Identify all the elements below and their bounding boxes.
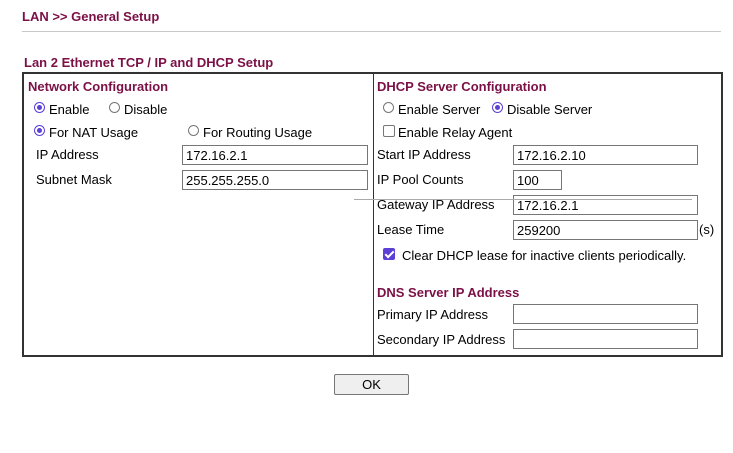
relay-agent-checkbox[interactable] <box>383 125 395 137</box>
ip-pool-counts-input[interactable] <box>513 170 562 190</box>
disable-label: Disable <box>124 102 168 117</box>
ip-address-input[interactable] <box>182 145 368 165</box>
dns-server-title: DNS Server IP Address <box>377 285 520 300</box>
secondary-ip-input[interactable] <box>513 329 698 349</box>
nat-usage-radio[interactable] <box>34 125 45 136</box>
clear-lease-label: Clear DHCP lease for inactive clients pe… <box>402 248 687 263</box>
header-divider <box>22 31 721 32</box>
disable-server-label: Disable Server <box>507 102 593 117</box>
primary-ip-input[interactable] <box>513 304 698 324</box>
breadcrumb: LAN >> General Setup <box>22 9 160 24</box>
ip-address-label: IP Address <box>36 147 99 162</box>
relay-agent-label: Enable Relay Agent <box>398 125 513 140</box>
ip-pool-counts-label: IP Pool Counts <box>377 172 464 187</box>
enable-label: Enable <box>49 102 90 117</box>
dhcp-config-title: DHCP Server Configuration <box>377 79 547 94</box>
subnet-mask-input[interactable] <box>182 170 368 190</box>
network-config-title: Network Configuration <box>28 79 169 94</box>
primary-ip-label: Primary IP Address <box>377 307 489 322</box>
enable-server-radio[interactable] <box>383 102 394 113</box>
enable-radio[interactable] <box>34 102 45 113</box>
routing-usage-label: For Routing Usage <box>203 125 313 140</box>
routing-usage-radio[interactable] <box>188 125 199 136</box>
nat-usage-label: For NAT Usage <box>49 125 139 140</box>
clear-lease-checkbox[interactable] <box>383 248 395 260</box>
lease-time-label: Lease Time <box>377 222 445 237</box>
column-divider <box>373 74 374 355</box>
disable-radio[interactable] <box>109 102 120 113</box>
enable-server-label: Enable Server <box>398 102 481 117</box>
start-ip-input[interactable] <box>513 145 698 165</box>
disable-server-radio[interactable] <box>492 102 503 113</box>
gateway-ip-input[interactable] <box>513 195 698 215</box>
start-ip-label: Start IP Address <box>377 147 471 162</box>
lease-time-unit: (s) <box>699 222 715 237</box>
lease-time-input[interactable] <box>513 220 698 240</box>
section-title: Lan 2 Ethernet TCP / IP and DHCP Setup <box>24 55 274 70</box>
secondary-ip-label: Secondary IP Address <box>377 332 506 347</box>
dns-section-divider <box>354 199 692 200</box>
subnet-mask-label: Subnet Mask <box>36 172 112 187</box>
ok-button[interactable]: OK <box>334 374 409 395</box>
